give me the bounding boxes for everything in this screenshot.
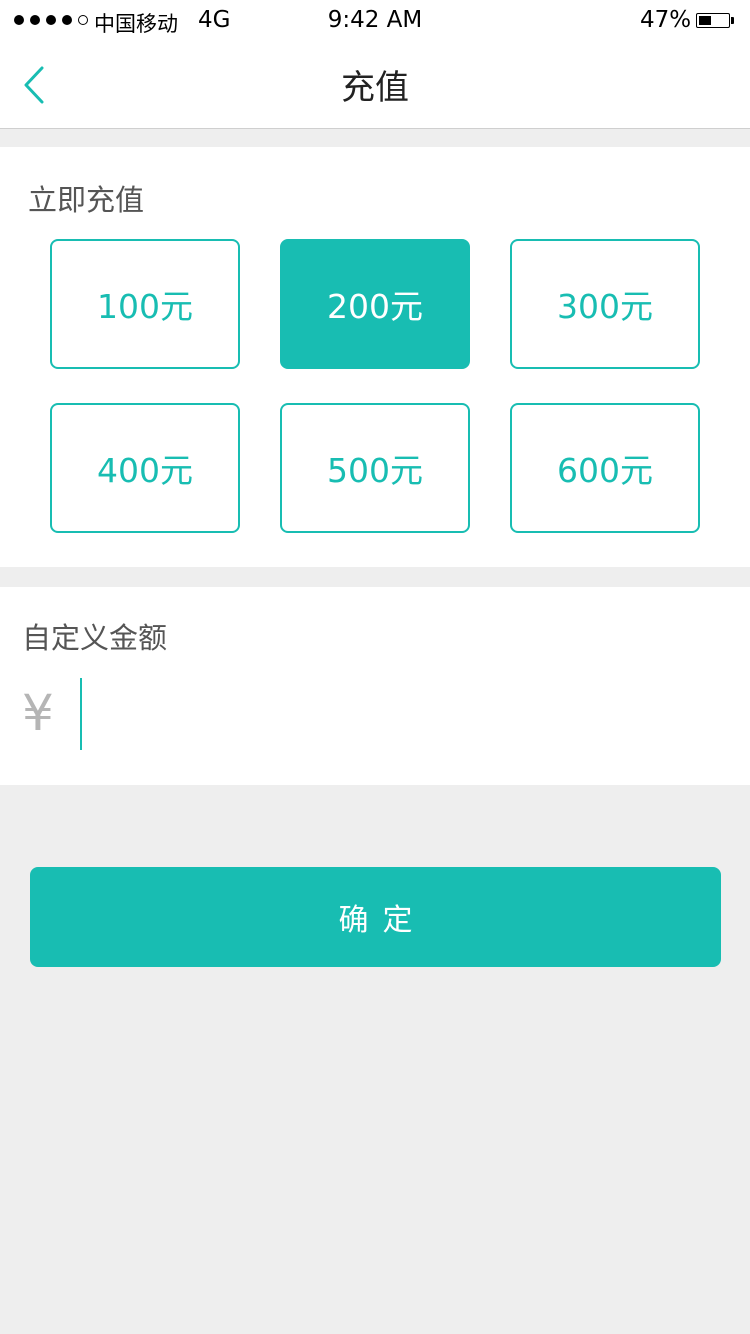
page-title: 充值	[341, 68, 409, 108]
battery-percent: 47%	[640, 7, 692, 33]
amount-option-300[interactable]: 300元	[510, 239, 700, 369]
custom-amount-heading: 自定义金额	[22, 621, 168, 655]
battery-icon	[696, 13, 730, 28]
battery-tip	[731, 17, 734, 24]
amount-option-label: 600元	[557, 451, 653, 490]
amount-option-500[interactable]: 500元	[280, 403, 470, 533]
amount-option-label: 300元	[557, 287, 653, 326]
amount-option-100[interactable]: 100元	[50, 239, 240, 369]
battery-level	[699, 16, 712, 25]
custom-amount-section: 自定义金额 ¥	[0, 587, 750, 785]
confirm-button-label: 确定	[338, 903, 427, 938]
amount-option-200[interactable]: 200元	[280, 239, 470, 369]
status-time: 9:42 AM	[327, 7, 423, 33]
amount-option-label: 500元	[327, 451, 423, 490]
text-cursor	[80, 678, 82, 750]
confirm-button[interactable]: 确定	[30, 867, 721, 967]
amount-option-label: 200元	[327, 287, 423, 326]
amount-option-label: 100元	[97, 287, 193, 326]
status-bar: 中国移动 4G 9:42 AM 47%	[0, 0, 750, 42]
currency-symbol: ¥	[22, 684, 54, 742]
navigation-bar: 充值	[0, 42, 750, 129]
recharge-section: 立即充值 100元 200元 300元 400元 500元 600元	[0, 147, 750, 567]
amount-option-600[interactable]: 600元	[510, 403, 700, 533]
custom-amount-input[interactable]	[80, 677, 720, 749]
recharge-heading: 立即充值	[28, 183, 145, 217]
amount-option-400[interactable]: 400元	[50, 403, 240, 533]
amount-option-label: 400元	[97, 451, 193, 490]
